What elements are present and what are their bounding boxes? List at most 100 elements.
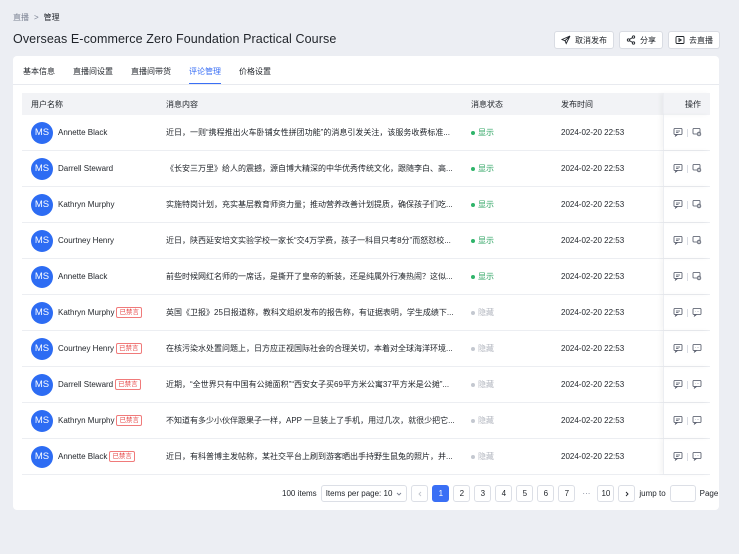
page-number-button[interactable]: 10 xyxy=(597,485,615,502)
status-text: 显示 xyxy=(478,164,494,173)
page-number-button[interactable]: 7 xyxy=(558,485,576,502)
go-live-button[interactable]: 去直播 xyxy=(668,31,720,49)
hide-comment-icon[interactable] xyxy=(692,199,702,211)
user-cell: MS Annette Black xyxy=(31,121,107,144)
publish-time: 2024-02-20 22:53 xyxy=(561,380,625,389)
status-text: 隐藏 xyxy=(478,308,494,317)
user-cell: MS Courtney Henry xyxy=(31,229,115,252)
message-content: 《长安三万里》给人的震撼，源自博大精深的中华优秀传统文化，跟随李白、高... xyxy=(166,164,453,173)
jump-label: jump to xyxy=(639,489,666,498)
table-row: MS Kathryn Murphy 已禁言 英国《卫报》25日报道称，教科文组织发布的… xyxy=(22,295,710,331)
next-page-button[interactable] xyxy=(618,485,636,502)
user-name: Courtney Henry xyxy=(58,236,115,245)
cancel-publish-button[interactable]: 取消发布 xyxy=(554,31,614,49)
status-dot xyxy=(471,418,475,423)
message-content: 英国《卫报》25日报道称，教科文组织发布的报告称，有证据表明，学生成绩下... xyxy=(166,308,454,317)
reply-icon[interactable] xyxy=(673,379,683,391)
status-dot xyxy=(471,346,475,351)
page-number-button[interactable]: 6 xyxy=(537,485,555,502)
status-text: 隐藏 xyxy=(478,380,494,389)
comments-table: 用户名称 消息内容 消息状态 发布时间 操作 MS Annette Black 近日… xyxy=(22,93,710,475)
reply-icon[interactable] xyxy=(673,199,683,211)
table-row: MS Annette Black 前些时候网红名师的一席话，是撕开了皇帝的新装，还是… xyxy=(22,259,710,295)
reply-icon[interactable] xyxy=(673,343,683,355)
user-cell: MS Kathryn Murphy 已禁言 xyxy=(31,301,142,324)
hide-comment-icon[interactable] xyxy=(692,271,702,283)
share-button[interactable]: 分享 xyxy=(619,31,663,49)
tab-comment-management[interactable]: 评论管理 xyxy=(189,66,221,85)
prev-page-button[interactable] xyxy=(411,485,429,502)
show-comment-icon[interactable] xyxy=(692,307,702,319)
message-content: 近期，“全世界只有中国有公摊面积”“西安女子买69平方米公寓37平方米是公摊”.… xyxy=(166,380,450,389)
hide-comment-icon[interactable] xyxy=(692,163,702,175)
show-comment-icon[interactable] xyxy=(692,343,702,355)
status-dot xyxy=(471,130,475,135)
page-number-button[interactable]: 4 xyxy=(495,485,513,502)
hide-comment-icon[interactable] xyxy=(692,127,702,139)
tab-room-sales[interactable]: 直播间带货 xyxy=(131,66,171,85)
user-cell: MS Kathryn Murphy 已禁言 xyxy=(31,409,142,432)
user-cell: MS Courtney Henry 已禁言 xyxy=(31,337,142,360)
reply-icon[interactable] xyxy=(673,127,683,139)
chevron-right-icon xyxy=(625,491,629,496)
user-name: Courtney Henry xyxy=(58,344,115,353)
user-name: Kathryn Murphy xyxy=(58,200,115,209)
header-message: 消息内容 xyxy=(166,99,198,109)
banned-badge: 已禁言 xyxy=(115,379,141,390)
go-live-label: 去直播 xyxy=(689,35,713,45)
page-number-button[interactable]: 3 xyxy=(474,485,492,502)
reply-icon[interactable] xyxy=(673,451,683,463)
table-body: MS Annette Black 近日，一则“携程推出火车卧铺女性拼团功能”的消息引… xyxy=(22,115,710,475)
show-comment-icon[interactable] xyxy=(692,451,702,463)
publish-time: 2024-02-20 22:53 xyxy=(561,200,625,209)
jump-page-input[interactable] xyxy=(669,485,696,502)
tab-room-settings[interactable]: 直播间设置 xyxy=(73,66,113,85)
action-cell xyxy=(663,295,710,330)
hide-comment-icon[interactable] xyxy=(692,235,702,247)
avatar: MS xyxy=(31,301,53,324)
reply-icon[interactable] xyxy=(673,415,683,427)
tab-price-settings[interactable]: 价格设置 xyxy=(239,66,271,85)
banned-badge: 已禁言 xyxy=(116,343,142,354)
tab-basic-info[interactable]: 基本信息 xyxy=(23,66,55,85)
reply-icon[interactable] xyxy=(673,163,683,175)
status-text: 显示 xyxy=(478,200,494,209)
avatar: MS xyxy=(31,409,53,432)
action-cell xyxy=(663,403,710,438)
status-cell: 显示 xyxy=(471,199,494,210)
header-actions-label: 操作 xyxy=(685,99,701,109)
reply-icon[interactable] xyxy=(673,271,683,283)
table-row: MS Courtney Henry 已禁言 在核污染水处置问题上，日方应正视国际社会的… xyxy=(22,331,710,367)
status-cell: 显示 xyxy=(471,127,494,138)
message-content: 前些时候网红名师的一席话，是撕开了皇帝的新装，还是纯属外行凑热闹？这似... xyxy=(166,272,453,281)
status-dot xyxy=(471,382,475,387)
status-cell: 显示 xyxy=(471,235,494,246)
header-status: 消息状态 xyxy=(471,99,503,109)
publish-time: 2024-02-20 22:53 xyxy=(561,416,625,425)
show-comment-icon[interactable] xyxy=(692,379,702,391)
status-dot xyxy=(471,166,475,171)
page-number-button[interactable]: 1 xyxy=(432,485,450,502)
show-comment-icon[interactable] xyxy=(692,415,702,427)
page-number-button[interactable]: 5 xyxy=(516,485,534,502)
banned-badge: 已禁言 xyxy=(109,451,135,462)
avatar: MS xyxy=(31,157,53,180)
chevron-left-icon xyxy=(418,491,422,496)
per-page-select[interactable]: Items per page: 10 xyxy=(320,485,408,502)
publish-time: 2024-02-20 22:53 xyxy=(561,236,625,245)
page-number-button[interactable]: 2 xyxy=(453,485,471,502)
reply-icon[interactable] xyxy=(673,235,683,247)
user-cell: MS Darrell Steward xyxy=(31,157,113,180)
action-cell xyxy=(663,259,710,294)
status-cell: 显示 xyxy=(471,271,494,282)
page-title: Overseas E-commerce Zero Foundation Prac… xyxy=(13,32,337,46)
avatar: MS xyxy=(31,337,53,360)
table-row: MS Kathryn Murphy 实施特岗计划，充实基层教育师资力量；推动营养改善… xyxy=(22,187,710,223)
table-header: 用户名称 消息内容 消息状态 发布时间 操作 xyxy=(22,93,710,115)
action-divider xyxy=(686,200,688,209)
reply-icon[interactable] xyxy=(673,307,683,319)
breadcrumb-parent[interactable]: 直播 xyxy=(13,12,29,23)
share-label: 分享 xyxy=(640,35,656,45)
user-cell: MS Annette Black xyxy=(31,265,107,288)
action-cell xyxy=(663,223,710,258)
